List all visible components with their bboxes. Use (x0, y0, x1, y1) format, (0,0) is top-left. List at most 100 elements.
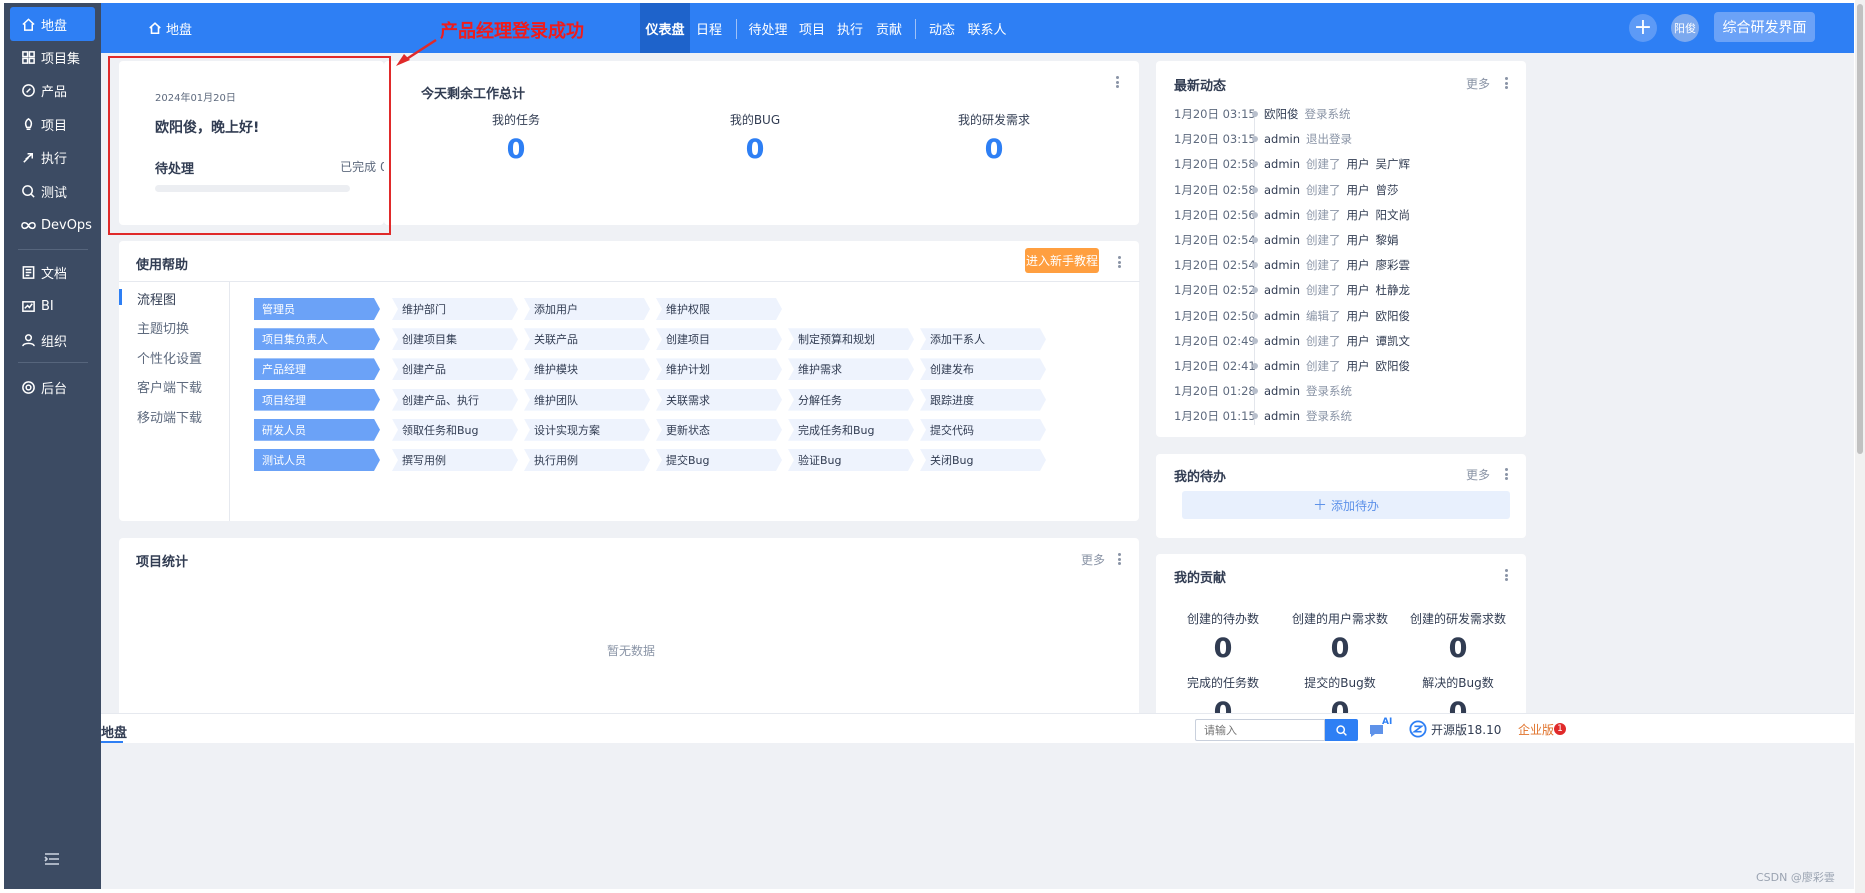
more-link[interactable]: 更多 (1466, 466, 1490, 483)
scrollbar-thumb[interactable] (1857, 4, 1863, 454)
flow-role[interactable]: 项目经理 (254, 388, 380, 411)
ai-chat-button[interactable]: AI (1367, 717, 1393, 741)
help-menu-flowchart[interactable]: 流程图 (137, 289, 176, 308)
flow-step[interactable]: 维护部门 (392, 298, 518, 320)
more-icon[interactable] (1112, 551, 1126, 567)
sidebar-item-execution[interactable]: 执行 (10, 140, 95, 174)
search-input[interactable] (1195, 719, 1325, 741)
flow-role[interactable]: 研发人员 (254, 418, 380, 441)
flow-step[interactable]: 创建发布 (920, 358, 1046, 381)
tab-dynamic[interactable]: 动态 (927, 3, 957, 53)
flow-step[interactable]: 验证Bug (788, 449, 914, 471)
sidebar-item-dashboard[interactable]: 地盘 (10, 7, 95, 41)
more-link[interactable]: 更多 (1466, 75, 1490, 92)
activity-item[interactable]: 1月20日 02:58 admin 创建了 用户 曾莎 (1174, 180, 1399, 200)
page-scrollbar[interactable] (1855, 0, 1865, 893)
flow-step[interactable]: 提交Bug (656, 449, 782, 471)
more-icon[interactable] (1499, 75, 1513, 91)
flow-step[interactable]: 制定预算和规划 (788, 328, 914, 351)
flow-step[interactable]: 添加用户 (524, 298, 650, 320)
flow-step[interactable]: 创建产品、执行 (392, 388, 518, 411)
tab-project[interactable]: 项目 (797, 3, 827, 53)
tab-calendar[interactable]: 日程 (693, 3, 725, 53)
flow-role[interactable]: 测试人员 (254, 449, 380, 471)
stat-my-stories[interactable]: 我的研发需求 0 (874, 111, 1114, 165)
flow-step[interactable]: 执行用例 (524, 449, 650, 471)
switch-interface-button[interactable]: 综合研发界面 (1714, 12, 1815, 42)
sidebar-item-org[interactable]: 组织 (10, 323, 95, 357)
flow-step[interactable]: 维护权限 (656, 298, 782, 320)
flow-step[interactable]: 提交代码 (920, 418, 1046, 441)
help-menu-theme[interactable]: 主题切换 (137, 318, 189, 337)
flow-step[interactable]: 完成任务和Bug (788, 418, 914, 441)
sidebar-item-program[interactable]: 项目集 (10, 40, 95, 74)
activity-item[interactable]: 1月20日 02:49 admin 创建了 用户 谭凯文 (1174, 331, 1410, 351)
more-icon[interactable] (1110, 74, 1124, 90)
more-icon[interactable] (1112, 254, 1126, 270)
help-menu-mobile-download[interactable]: 移动端下载 (137, 407, 202, 426)
tab-pending[interactable]: 待处理 (747, 3, 789, 53)
tab-dashboard[interactable]: 仪表盘 (640, 3, 690, 53)
sidebar-collapse-icon[interactable] (42, 851, 62, 867)
flow-step[interactable]: 创建产品 (392, 358, 518, 381)
sidebar-item-doc[interactable]: 文档 (10, 255, 95, 289)
sidebar-item-devops[interactable]: DevOps (10, 208, 95, 242)
flow-step[interactable]: 维护需求 (788, 358, 914, 381)
flow-step[interactable]: 领取任务和Bug (392, 418, 518, 441)
activity-item[interactable]: 1月20日 02:50 admin 编辑了 用户 欧阳俊 (1174, 306, 1410, 326)
activity-item[interactable]: 1月20日 02:54 admin 创建了 用户 廖彩雲 (1174, 255, 1410, 275)
sidebar-item-bi[interactable]: BI (10, 289, 95, 323)
avatar[interactable]: 阳俊 (1671, 14, 1699, 42)
activity-item[interactable]: 1月20日 02:56 admin 创建了 用户 阳文尚 (1174, 205, 1410, 225)
flow-step[interactable]: 关联需求 (656, 388, 782, 411)
more-icon[interactable] (1499, 466, 1513, 482)
create-plus-button[interactable]: + (1629, 14, 1657, 42)
stat-my-tasks[interactable]: 我的任务 0 (396, 111, 636, 165)
tutorial-button[interactable]: 进入新手教程 (1025, 248, 1099, 273)
tab-contribution[interactable]: 贡献 (874, 3, 904, 53)
search-button[interactable] (1325, 719, 1358, 741)
activity-item[interactable]: 1月20日 02:41 admin 创建了 用户 欧阳俊 (1174, 356, 1410, 376)
flow-step[interactable]: 分解任务 (788, 388, 914, 411)
activity-item[interactable]: 1月20日 02:54 admin 创建了 用户 黎娟 (1174, 230, 1399, 250)
sidebar-item-test[interactable]: 测试 (10, 174, 95, 208)
activity-actor: admin (1264, 207, 1301, 222)
flow-step[interactable]: 跟踪进度 (920, 388, 1046, 411)
flow-step[interactable]: 关联产品 (524, 328, 650, 351)
more-link[interactable]: 更多 (1081, 551, 1105, 568)
header-home-link[interactable]: 地盘 (148, 3, 192, 53)
help-menu-client-download[interactable]: 客户端下载 (137, 377, 202, 396)
flow-step[interactable]: 关闭Bug (920, 449, 1046, 471)
activity-item[interactable]: 1月20日 03:15 admin 退出登录 (1174, 129, 1358, 149)
help-menu-personalize[interactable]: 个性化设置 (137, 348, 202, 367)
activity-item[interactable]: 1月20日 01:15 admin 登录系统 (1174, 406, 1358, 426)
flow-step[interactable]: 维护团队 (524, 388, 650, 411)
footer-breadcrumb[interactable]: 地盘 (101, 722, 127, 741)
sidebar-item-admin[interactable]: 后台 (10, 370, 95, 404)
activity-item[interactable]: 1月20日 01:28 admin 登录系统 (1174, 381, 1358, 401)
tab-contacts[interactable]: 联系人 (966, 3, 1008, 53)
stat-my-bugs[interactable]: 我的BUG 0 (635, 111, 875, 165)
sidebar-item-product[interactable]: 产品 (10, 73, 95, 107)
flow-step[interactable]: 维护模块 (524, 358, 650, 381)
flow-step[interactable]: 更新状态 (656, 418, 782, 441)
flow-step[interactable]: 设计实现方案 (524, 418, 650, 441)
flow-step[interactable]: 创建项目 (656, 328, 782, 351)
tab-execution[interactable]: 执行 (835, 3, 865, 53)
flow-step[interactable]: 创建项目集 (392, 328, 518, 351)
welcome-pending-label: 待处理 (155, 162, 195, 177)
enterprise-link[interactable]: 企业版 (1518, 721, 1554, 738)
version-info[interactable]: 开源版18.10 (1409, 720, 1501, 738)
sidebar-item-project[interactable]: 项目 (10, 107, 95, 141)
flow-role[interactable]: 项目集负责人 (254, 328, 380, 351)
flow-role[interactable]: 管理员 (254, 298, 380, 320)
flow-role[interactable]: 产品经理 (254, 358, 380, 381)
flow-step[interactable]: 撰写用例 (392, 449, 518, 471)
flow-step[interactable]: 添加干系人 (920, 328, 1046, 351)
add-todo-button[interactable]: ＋ 添加待办 (1182, 491, 1510, 519)
activity-item[interactable]: 1月20日 02:58 admin 创建了 用户 吴广辉 (1174, 154, 1410, 174)
more-icon[interactable] (1499, 567, 1513, 583)
activity-item[interactable]: 1月20日 02:52 admin 创建了 用户 杜静龙 (1174, 280, 1410, 300)
flow-step[interactable]: 维护计划 (656, 358, 782, 381)
activity-item[interactable]: 1月20日 03:15 欧阳俊 登录系统 (1174, 104, 1357, 124)
